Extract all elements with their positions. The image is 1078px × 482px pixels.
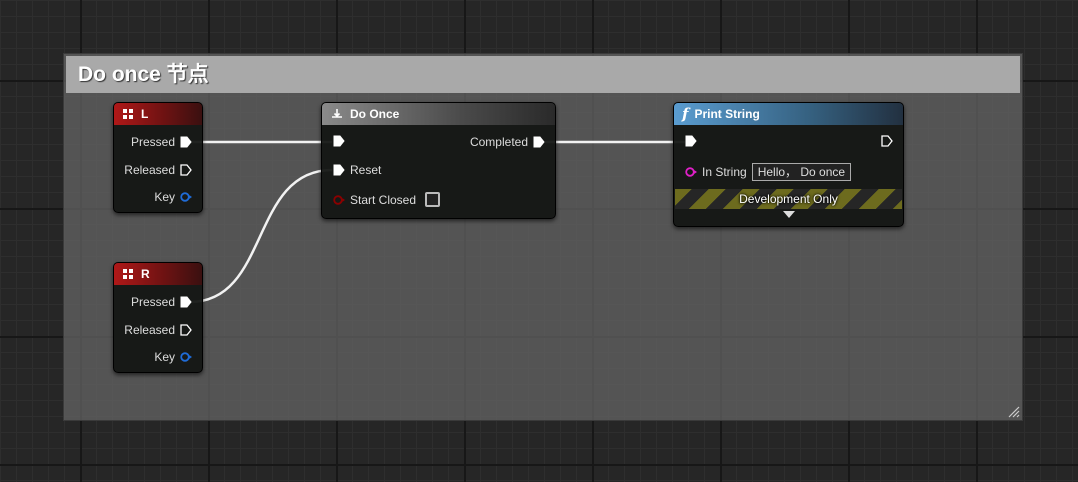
print-string-node[interactable]: f Print String In String Hello， Do once … [673,102,904,227]
function-icon: f [682,105,689,123]
exec-pin-connected-icon[interactable] [685,135,697,147]
exec-pin-icon[interactable] [180,324,192,336]
print-string-title: Print String [694,107,760,121]
in-string-label: In String [702,165,747,179]
do-once-title: Do Once [350,107,400,121]
key-node-title: L [141,107,149,121]
print-string-header[interactable]: f Print String [674,103,903,125]
expand-advanced-arrow-icon[interactable] [782,211,795,218]
exec-pin-connected-icon[interactable] [333,164,345,176]
released-label: Released [124,163,175,177]
exec-pin-connected-icon[interactable] [180,296,192,308]
start-closed-checkbox[interactable] [425,192,441,207]
do-once-header[interactable]: Do Once [322,103,555,125]
key-pin[interactable]: Key [154,350,192,364]
pressed-label: Pressed [130,135,175,149]
string-pin-icon[interactable] [685,167,697,177]
bool-pin-icon[interactable] [333,194,345,205]
completed-label: Completed [469,135,528,149]
key-node-title: R [141,267,150,281]
development-only-banner: Development Only [675,189,902,209]
exec-pin-connected-icon[interactable] [180,136,192,148]
key-node-header[interactable]: L [114,103,202,125]
key-pin[interactable]: Key [154,190,192,204]
macro-icon [332,109,342,118]
resize-grip-icon[interactable] [1006,404,1020,418]
exec-pin-icon[interactable] [180,164,192,176]
key-label: Key [154,350,175,364]
do-once-node[interactable]: Do Once Completed Reset Start Closed [321,102,556,219]
start-closed-label: Start Closed [350,192,417,207]
key-label: Key [154,190,175,204]
keyboard-key-icon [123,108,133,119]
exec-pin-connected-icon[interactable] [533,136,545,148]
pressed-pin[interactable]: Pressed [131,295,192,309]
key-node-header[interactable]: R [114,263,202,285]
do-once-exec-in-pin[interactable] [333,135,345,147]
exec-pin-icon[interactable] [881,135,893,147]
start-closed-pin[interactable]: Start Closed [333,192,441,207]
released-pin[interactable]: Released [124,163,192,177]
pressed-pin[interactable]: Pressed [131,135,192,149]
key-struct-pin-icon[interactable] [180,352,192,362]
exec-pin-connected-icon[interactable] [333,135,345,147]
reset-label: Reset [350,163,382,177]
pressed-label: Pressed [130,295,175,309]
released-pin[interactable]: Released [124,323,192,337]
in-string-input[interactable]: Hello， Do once [751,163,852,181]
released-label: Released [124,323,175,337]
print-exec-out-pin[interactable] [881,135,893,147]
key-event-node-r[interactable]: R Pressed Released Key [113,262,203,373]
reset-pin[interactable]: Reset [333,163,381,177]
comment-title[interactable]: Do once 节点 [66,56,1020,93]
key-event-node-l[interactable]: L Pressed Released Key [113,102,203,213]
print-exec-in-pin[interactable] [685,135,697,147]
key-struct-pin-icon[interactable] [180,192,192,202]
keyboard-key-icon [123,268,133,279]
in-string-pin[interactable]: In String Hello， Do once [685,163,852,181]
completed-pin[interactable]: Completed [470,135,545,149]
